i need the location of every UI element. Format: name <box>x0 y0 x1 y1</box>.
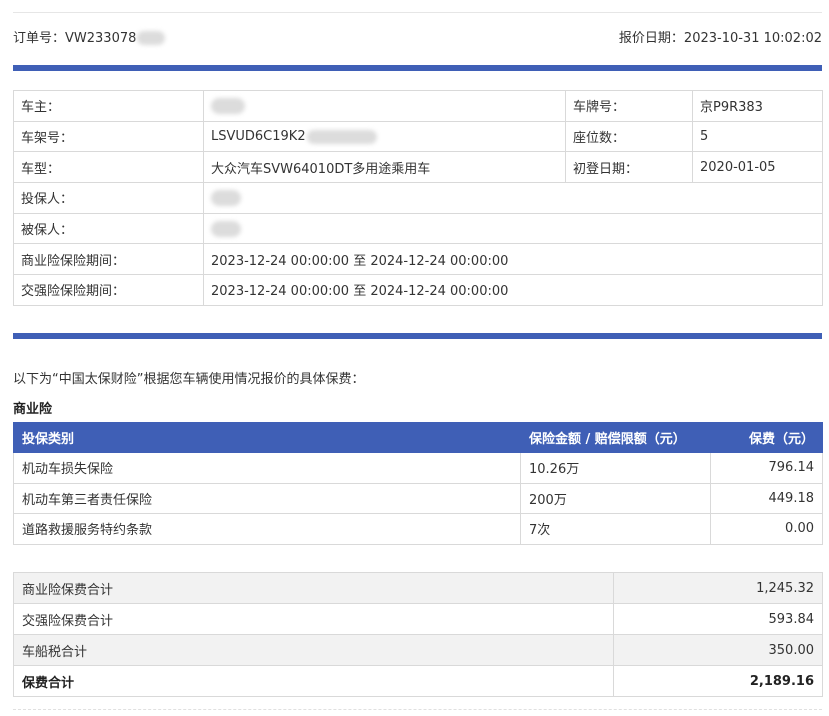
info-row: 交强险保险期间： 2023-12-24 00:00:00 至 2024-12-2… <box>13 274 823 306</box>
table-row: 机动车第三者责任保险 200万 449.18 <box>13 482 823 514</box>
info-row: 被保人： <box>13 212 823 245</box>
commercial-total-value: 1,245.32 <box>613 572 823 604</box>
summary-row-tax: 车船税合计 350.00 <box>13 634 823 666</box>
vehicle-info-table: 车主： 车牌号： 京P9R383 车架号： LSVUD6C19K2 座位数： 5… <box>13 90 823 306</box>
compulsory-period-label: 交强险保险期间： <box>13 274 204 306</box>
redacted-mark <box>211 189 241 206</box>
insured-label: 被保人： <box>13 212 204 245</box>
order-value: VW233078 <box>65 30 137 46</box>
quote-date: 报价日期：2023-10-31 10:02:02 <box>619 27 822 46</box>
vin-text: LSVUD6C19K2 <box>211 129 306 145</box>
col-header-amount: 保险金额 / 赔偿限额（元） <box>520 422 711 453</box>
quote-date-value: 2023-10-31 10:02:02 <box>683 30 822 46</box>
info-row: 投保人： <box>13 182 823 214</box>
insured-value <box>203 212 823 245</box>
vin-value: LSVUD6C19K2 <box>203 120 566 153</box>
coverage-amount: 7次 <box>520 513 711 545</box>
compulsory-total-value: 593.84 <box>613 603 823 635</box>
intro-text: 以下为“中国太保财险”根据您车辆使用情况报价的具体保费： <box>13 372 365 387</box>
compulsory-total-label: 交强险保费合计 <box>13 603 614 635</box>
vin-label: 车架号： <box>13 120 204 153</box>
quote-header: 订单号：VW233078 报价日期：2023-10-31 10:02:02 <box>13 26 822 46</box>
order-label: 订单号： <box>13 30 66 46</box>
coverage-name: 机动车第三者责任保险 <box>13 482 521 514</box>
grand-total-value: 2,189.16 <box>613 665 823 697</box>
redacted-mark <box>211 220 241 237</box>
top-divider <box>13 12 822 13</box>
commercial-period-label: 商业险保险期间： <box>13 243 204 276</box>
coverage-amount: 200万 <box>520 482 711 514</box>
plate-label: 车牌号： <box>565 90 693 122</box>
redacted-mark <box>306 129 377 144</box>
summary-row-compulsory: 交强险保费合计 593.84 <box>13 603 823 635</box>
commercial-section-title: 商业险 <box>13 402 53 417</box>
summary-row-commercial: 商业险保费合计 1,245.32 <box>13 572 823 604</box>
applicant-value <box>203 182 823 214</box>
col-header-category: 投保类别 <box>13 422 521 453</box>
premium-summary-table: 商业险保费合计 1,245.32 交强险保费合计 593.84 车船税合计 35… <box>13 572 823 697</box>
table-row: 道路救援服务特约条款 7次 0.00 <box>13 513 823 545</box>
col-header-premium: 保费（元） <box>710 422 823 453</box>
quote-date-label: 报价日期： <box>618 30 684 46</box>
coverage-name: 机动车损失保险 <box>13 452 521 484</box>
applicant-label: 投保人： <box>13 182 204 214</box>
coverage-premium: 449.18 <box>710 482 823 514</box>
grand-total-label: 保费合计 <box>13 665 614 697</box>
seats-value: 5 <box>692 120 823 153</box>
owner-label: 车主： <box>13 90 204 122</box>
summary-row-grand-total: 保费合计 2,189.16 <box>13 665 823 697</box>
coverage-premium: 0.00 <box>710 513 823 545</box>
redacted-mark <box>137 31 166 45</box>
redacted-mark <box>211 97 245 114</box>
first-reg-value: 2020-01-05 <box>692 151 823 184</box>
model-value: 大众汽车SVW64010DT多用途乘用车 <box>203 151 566 184</box>
seats-label: 座位数： <box>565 120 693 153</box>
section-divider-middle <box>13 333 822 339</box>
coverage-table: 投保类别 保险金额 / 赔偿限额（元） 保费（元） 机动车损失保险 10.26万… <box>13 422 823 545</box>
info-row: 车主： 车牌号： 京P9R383 <box>13 90 823 122</box>
info-row: 车型： 大众汽车SVW64010DT多用途乘用车 初登日期： 2020-01-0… <box>13 151 823 184</box>
bottom-divider <box>13 709 822 710</box>
first-reg-label: 初登日期： <box>565 151 693 184</box>
tax-label: 车船税合计 <box>13 634 614 666</box>
coverage-name: 道路救援服务特约条款 <box>13 513 521 545</box>
coverage-premium: 796.14 <box>710 452 823 484</box>
plate-value: 京P9R383 <box>692 90 823 122</box>
coverage-header-row: 投保类别 保险金额 / 赔偿限额（元） 保费（元） <box>13 422 823 453</box>
compulsory-period-value: 2023-12-24 00:00:00 至 2024-12-24 00:00:0… <box>203 274 823 306</box>
commercial-total-label: 商业险保费合计 <box>13 572 614 604</box>
section-divider-top <box>13 65 822 71</box>
table-row: 机动车损失保险 10.26万 796.14 <box>13 452 823 484</box>
model-label: 车型： <box>13 151 204 184</box>
owner-value <box>203 90 566 122</box>
tax-value: 350.00 <box>613 634 823 666</box>
coverage-amount: 10.26万 <box>520 452 711 484</box>
info-row: 车架号： LSVUD6C19K2 座位数： 5 <box>13 120 823 153</box>
commercial-period-value: 2023-12-24 00:00:00 至 2024-12-24 00:00:0… <box>203 243 823 276</box>
info-row: 商业险保险期间： 2023-12-24 00:00:00 至 2024-12-2… <box>13 243 823 276</box>
order-number: 订单号：VW233078 <box>13 27 166 46</box>
